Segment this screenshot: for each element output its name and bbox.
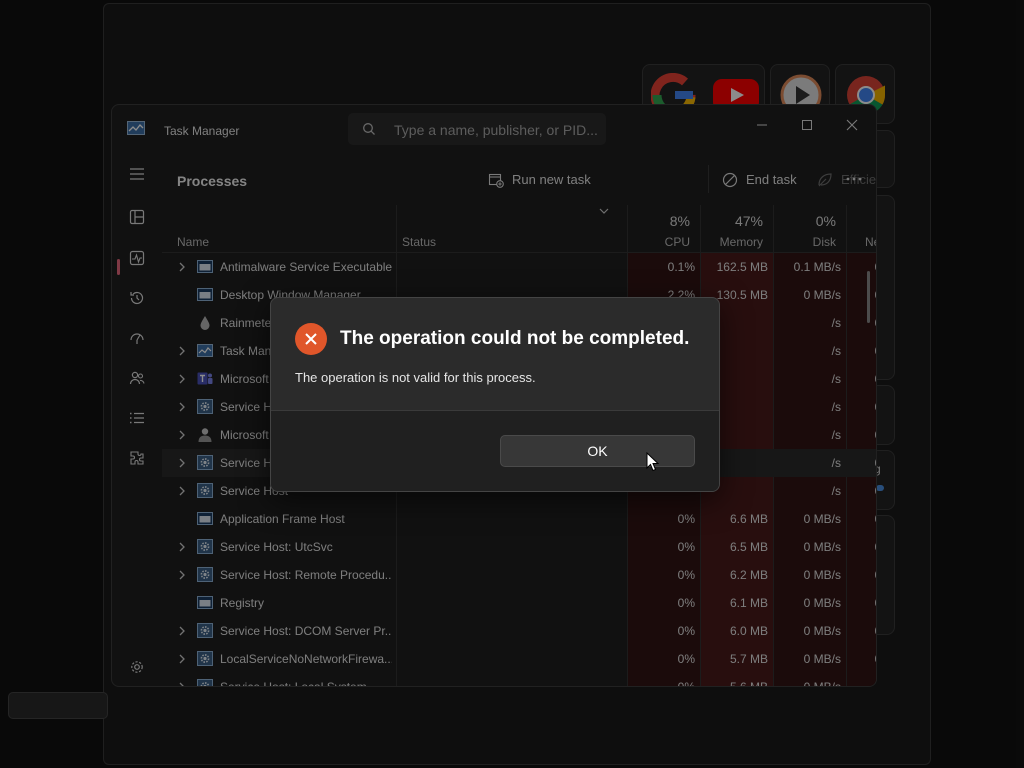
error-icon (295, 323, 327, 355)
dialog-title: The operation could not be completed. (340, 328, 690, 349)
ok-button[interactable]: OK (500, 435, 695, 467)
mouse-cursor-icon (646, 452, 659, 472)
dialog-footer: OK (271, 410, 719, 491)
dialog-message: The operation is not valid for this proc… (295, 370, 536, 385)
